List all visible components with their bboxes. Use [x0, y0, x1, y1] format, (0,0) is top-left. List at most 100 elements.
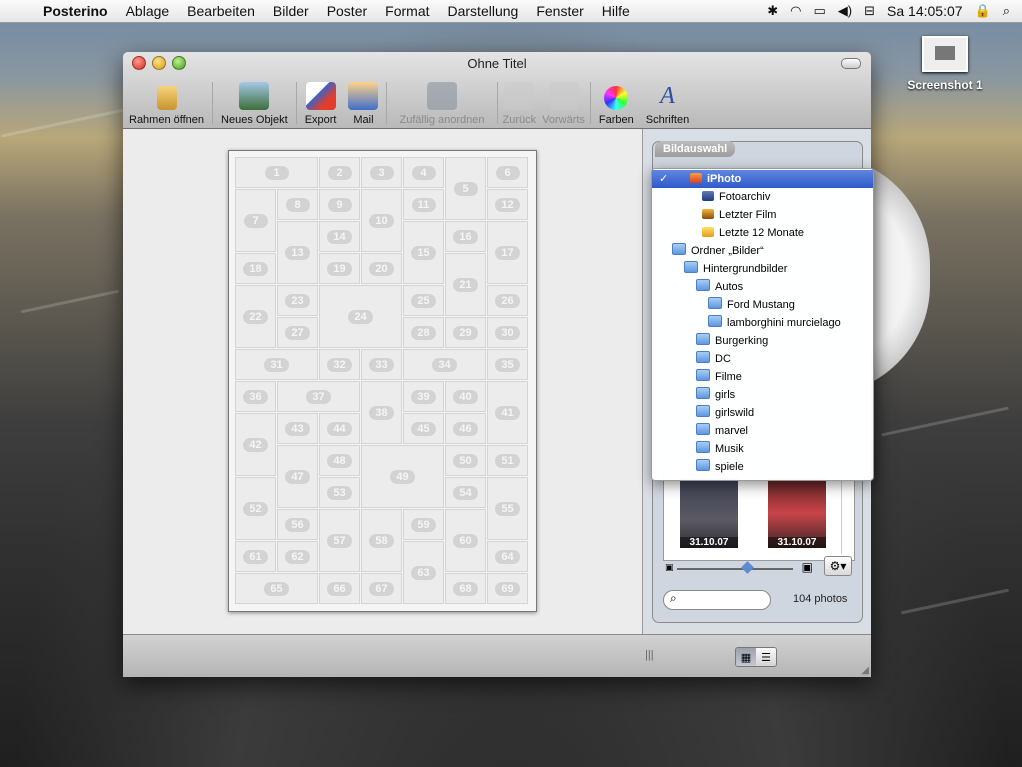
poster-cell[interactable]: 9	[319, 189, 360, 220]
list-view-button[interactable]: ☰	[756, 648, 776, 666]
new-object-button[interactable]: Neues Objekt	[215, 82, 294, 126]
menu-fenster[interactable]: Fenster	[527, 3, 592, 19]
poster-cell[interactable]: 4	[403, 157, 444, 188]
mail-button[interactable]: Mail	[342, 82, 384, 126]
poster-cell[interactable]: 40	[445, 381, 486, 412]
lock-icon[interactable]: 🔒	[975, 3, 991, 19]
poster-cell[interactable]: 43	[277, 413, 318, 444]
poster-cell[interactable]: 50	[445, 445, 486, 476]
poster-cell[interactable]: 8	[277, 189, 318, 220]
gear-menu-button[interactable]: ⚙▾	[824, 556, 852, 576]
poster-cell[interactable]: 27	[277, 317, 318, 348]
poster-cell[interactable]: 26	[487, 285, 528, 316]
poster-cell[interactable]: 30	[487, 317, 528, 348]
poster-cell[interactable]: 10	[361, 189, 402, 252]
poster-cell[interactable]: 39	[403, 381, 444, 412]
poster-cell[interactable]: 23	[277, 285, 318, 316]
poster-cell[interactable]: 19	[319, 253, 360, 284]
poster-cell[interactable]: 2	[319, 157, 360, 188]
source-menu-item[interactable]: Letzte 12 Monate	[652, 224, 873, 242]
poster-cell[interactable]: 59	[403, 509, 444, 540]
poster-cell[interactable]: 53	[319, 477, 360, 508]
poster-cell[interactable]: 45	[403, 413, 444, 444]
poster-cell[interactable]: 69	[487, 573, 528, 604]
poster-cell[interactable]: 5	[445, 157, 486, 220]
desktop-screenshot-file[interactable]: Screenshot 1	[905, 36, 985, 92]
poster-cell[interactable]: 20	[361, 253, 402, 284]
poster-cell[interactable]: 44	[319, 413, 360, 444]
poster-cell[interactable]: 51	[487, 445, 528, 476]
poster-cell[interactable]: 65	[235, 573, 318, 604]
source-menu-item[interactable]: lamborghini murcielago	[652, 314, 873, 332]
poster-cell[interactable]: 67	[361, 573, 402, 604]
poster-cell[interactable]: 54	[445, 477, 486, 508]
poster-cell[interactable]: 14	[319, 221, 360, 252]
poster-cell[interactable]: 52	[235, 477, 276, 540]
poster-cell[interactable]: 60	[445, 509, 486, 572]
source-menu-item[interactable]: Ford Mustang	[652, 296, 873, 314]
poster-cell[interactable]: 41	[487, 381, 528, 444]
poster-cell[interactable]: 66	[319, 573, 360, 604]
photo-search-input[interactable]: ⌕	[663, 590, 771, 610]
source-menu-item[interactable]: girlswild	[652, 404, 873, 422]
photo-browser-scrollbar[interactable]	[841, 474, 852, 554]
poster-cell[interactable]: 49	[361, 445, 444, 508]
slider-knob[interactable]	[741, 561, 754, 574]
source-menu-item[interactable]: Ordner „Bilder“	[652, 242, 873, 260]
source-menu-item[interactable]: Letzter Film	[652, 206, 873, 224]
source-menu-item[interactable]: Burgerking	[652, 332, 873, 350]
poster-cell[interactable]: 1	[235, 157, 318, 188]
source-menu-item[interactable]: girls	[652, 386, 873, 404]
menu-poster[interactable]: Poster	[318, 3, 376, 19]
battery-icon[interactable]: ▭	[813, 3, 825, 19]
display-icon[interactable]: ⊟	[864, 3, 875, 19]
poster-cell[interactable]: 36	[235, 381, 276, 412]
source-menu-item[interactable]: DC	[652, 350, 873, 368]
poster-cell[interactable]: 56	[277, 509, 318, 540]
poster-cell[interactable]: 24	[319, 285, 402, 348]
poster-cell[interactable]: 21	[445, 253, 486, 316]
photo-thumbnail[interactable]: 31.10.07	[680, 478, 738, 548]
poster-cell[interactable]: 13	[277, 221, 318, 284]
source-menu-item[interactable]: Musik	[652, 440, 873, 458]
poster-cell[interactable]: 47	[277, 445, 318, 508]
menu-hilfe[interactable]: Hilfe	[593, 3, 639, 19]
menu-bilder[interactable]: Bilder	[264, 3, 318, 19]
poster-cell[interactable]: 12	[487, 189, 528, 220]
source-menu-item[interactable]: Hintergrundbilder	[652, 260, 873, 278]
source-menu-item[interactable]: marvel	[652, 422, 873, 440]
back-button[interactable]: Zurück	[500, 82, 540, 126]
colors-button[interactable]: Farben	[593, 86, 640, 126]
poster-cell[interactable]: 31	[235, 349, 318, 380]
poster-cell[interactable]: 37	[277, 381, 360, 412]
menu-darstellung[interactable]: Darstellung	[439, 3, 528, 19]
poster-cell[interactable]: 18	[235, 253, 276, 284]
poster-cell[interactable]: 25	[403, 285, 444, 316]
menubar-clock[interactable]: Sa 14:05:07	[887, 3, 963, 19]
forward-button[interactable]: Vorwärts	[539, 82, 588, 126]
poster-cell[interactable]: 63	[403, 541, 444, 604]
source-menu-item[interactable]: spiele	[652, 458, 873, 476]
spotlight-search-icon[interactable]: ⌕	[1003, 3, 1010, 19]
poster-cell[interactable]: 15	[403, 221, 444, 284]
poster-cell[interactable]: 3	[361, 157, 402, 188]
poster-cell[interactable]: 58	[361, 509, 402, 572]
menu-ablage[interactable]: Ablage	[117, 3, 179, 19]
photo-browser[interactable]: 31.10.07 31.10.07	[663, 469, 855, 561]
poster-cell[interactable]: 55	[487, 477, 528, 540]
shuffle-layout-button[interactable]: Zufällig anordnen	[389, 82, 494, 126]
thumbnail-size-slider[interactable]: ▣ ▣	[665, 560, 813, 576]
export-button[interactable]: Export	[299, 82, 343, 126]
resize-grip-icon[interactable]: ◢	[861, 665, 869, 676]
poster-cell[interactable]: 35	[487, 349, 528, 380]
menu-format[interactable]: Format	[376, 3, 438, 19]
menu-bearbeiten[interactable]: Bearbeiten	[178, 3, 264, 19]
source-menu-item[interactable]: ✓ iPhoto	[652, 170, 873, 188]
bluetooth-icon[interactable]: ✱	[767, 3, 778, 19]
poster-cell[interactable]: 46	[445, 413, 486, 444]
poster-cell[interactable]: 28	[403, 317, 444, 348]
source-menu-item[interactable]: Autos	[652, 278, 873, 296]
photo-thumbnail[interactable]: 31.10.07	[768, 478, 826, 548]
poster-cell[interactable]: 57	[319, 509, 360, 572]
poster-cell[interactable]: 62	[277, 541, 318, 572]
